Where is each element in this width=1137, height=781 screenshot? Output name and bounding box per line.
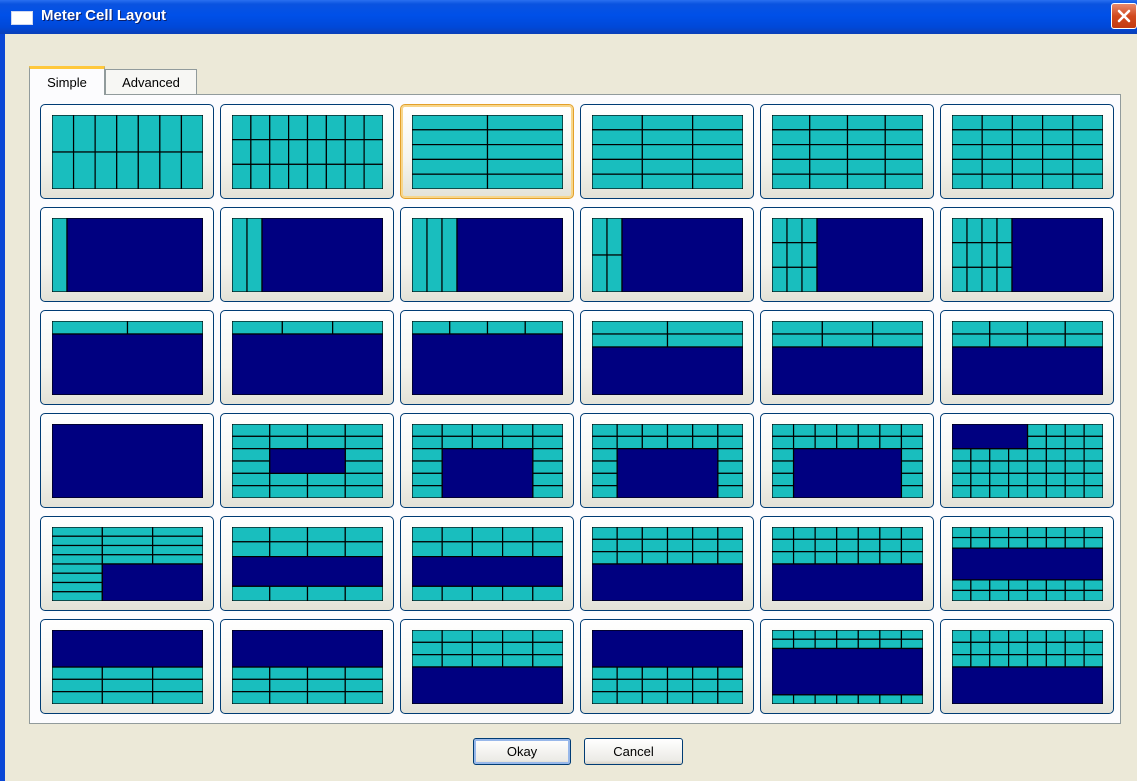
layout-preview-25 [52, 527, 203, 601]
meter-cell-layout-dialog: Meter Cell Layout Simple Advanced Okay C… [0, 0, 1137, 781]
layout-option-30[interactable] [940, 516, 1114, 611]
layout-option-25[interactable] [40, 516, 214, 611]
layout-preview-31 [52, 630, 203, 704]
layout-option-22[interactable] [580, 413, 754, 508]
layout-preview-24 [952, 424, 1103, 498]
layout-preview-35 [772, 630, 923, 704]
layout-option-6[interactable] [940, 104, 1114, 199]
layout-option-9[interactable] [400, 207, 574, 302]
layout-option-23[interactable] [760, 413, 934, 508]
window-title: Meter Cell Layout [41, 7, 167, 24]
layout-option-35[interactable] [760, 619, 934, 714]
layout-preview-20 [232, 424, 383, 498]
layout-preview-34 [592, 630, 743, 704]
layout-preview-33 [412, 630, 563, 704]
layout-option-13[interactable] [40, 310, 214, 405]
layout-option-36[interactable] [940, 619, 1114, 714]
layout-option-31[interactable] [40, 619, 214, 714]
layout-preview-7 [52, 218, 203, 292]
layout-option-5[interactable] [760, 104, 934, 199]
cancel-button[interactable]: Cancel [584, 738, 683, 765]
layout-preview-27 [412, 527, 563, 601]
tab-advanced[interactable]: Advanced [105, 69, 197, 94]
layout-preview-17 [772, 321, 923, 395]
layout-preview-30 [952, 527, 1103, 601]
layout-preview-29 [772, 527, 923, 601]
layout-option-7[interactable] [40, 207, 214, 302]
layout-preview-22 [592, 424, 743, 498]
layout-preview-6 [952, 115, 1103, 189]
layout-option-2[interactable] [220, 104, 394, 199]
layout-option-20[interactable] [220, 413, 394, 508]
layout-option-27[interactable] [400, 516, 574, 611]
layout-option-14[interactable] [220, 310, 394, 405]
layout-option-1[interactable] [40, 104, 214, 199]
layout-preview-8 [232, 218, 383, 292]
layout-option-10[interactable] [580, 207, 754, 302]
tab-simple[interactable]: Simple [29, 66, 105, 95]
layout-preview-32 [232, 630, 383, 704]
layout-preview-28 [592, 527, 743, 601]
layout-preview-18 [952, 321, 1103, 395]
layout-option-19[interactable] [40, 413, 214, 508]
layout-option-4[interactable] [580, 104, 754, 199]
close-button[interactable] [1111, 3, 1137, 29]
window-icon [11, 11, 33, 25]
layout-preview-5 [772, 115, 923, 189]
layout-preview-15 [412, 321, 563, 395]
layout-preview-23 [772, 424, 923, 498]
layout-option-32[interactable] [220, 619, 394, 714]
layout-preview-10 [592, 218, 743, 292]
layout-preview-12 [952, 218, 1103, 292]
window-frame-left [0, 34, 5, 781]
layout-preview-26 [232, 527, 383, 601]
layout-preview-21 [412, 424, 563, 498]
layout-option-3[interactable] [400, 104, 574, 199]
layout-option-16[interactable] [580, 310, 754, 405]
layout-preview-36 [952, 630, 1103, 704]
layout-preview-2 [232, 115, 383, 189]
layout-option-11[interactable] [760, 207, 934, 302]
layout-option-21[interactable] [400, 413, 574, 508]
layout-option-28[interactable] [580, 516, 754, 611]
layout-option-24[interactable] [940, 413, 1114, 508]
okay-button[interactable]: Okay [473, 738, 571, 765]
layout-grid-panel [29, 94, 1121, 724]
layout-option-18[interactable] [940, 310, 1114, 405]
layout-preview-16 [592, 321, 743, 395]
layout-option-12[interactable] [940, 207, 1114, 302]
layout-option-26[interactable] [220, 516, 394, 611]
close-icon [1117, 9, 1131, 23]
layout-option-17[interactable] [760, 310, 934, 405]
title-bar[interactable]: Meter Cell Layout [0, 0, 1137, 34]
layout-preview-14 [232, 321, 383, 395]
layout-preview-11 [772, 218, 923, 292]
layout-preview-9 [412, 218, 563, 292]
layout-option-15[interactable] [400, 310, 574, 405]
layout-option-33[interactable] [400, 619, 574, 714]
layout-option-8[interactable] [220, 207, 394, 302]
layout-preview-4 [592, 115, 743, 189]
layout-option-29[interactable] [760, 516, 934, 611]
layout-option-34[interactable] [580, 619, 754, 714]
layout-preview-3 [412, 115, 563, 189]
layout-preview-1 [52, 115, 203, 189]
layout-preview-19 [52, 424, 203, 498]
layout-preview-13 [52, 321, 203, 395]
